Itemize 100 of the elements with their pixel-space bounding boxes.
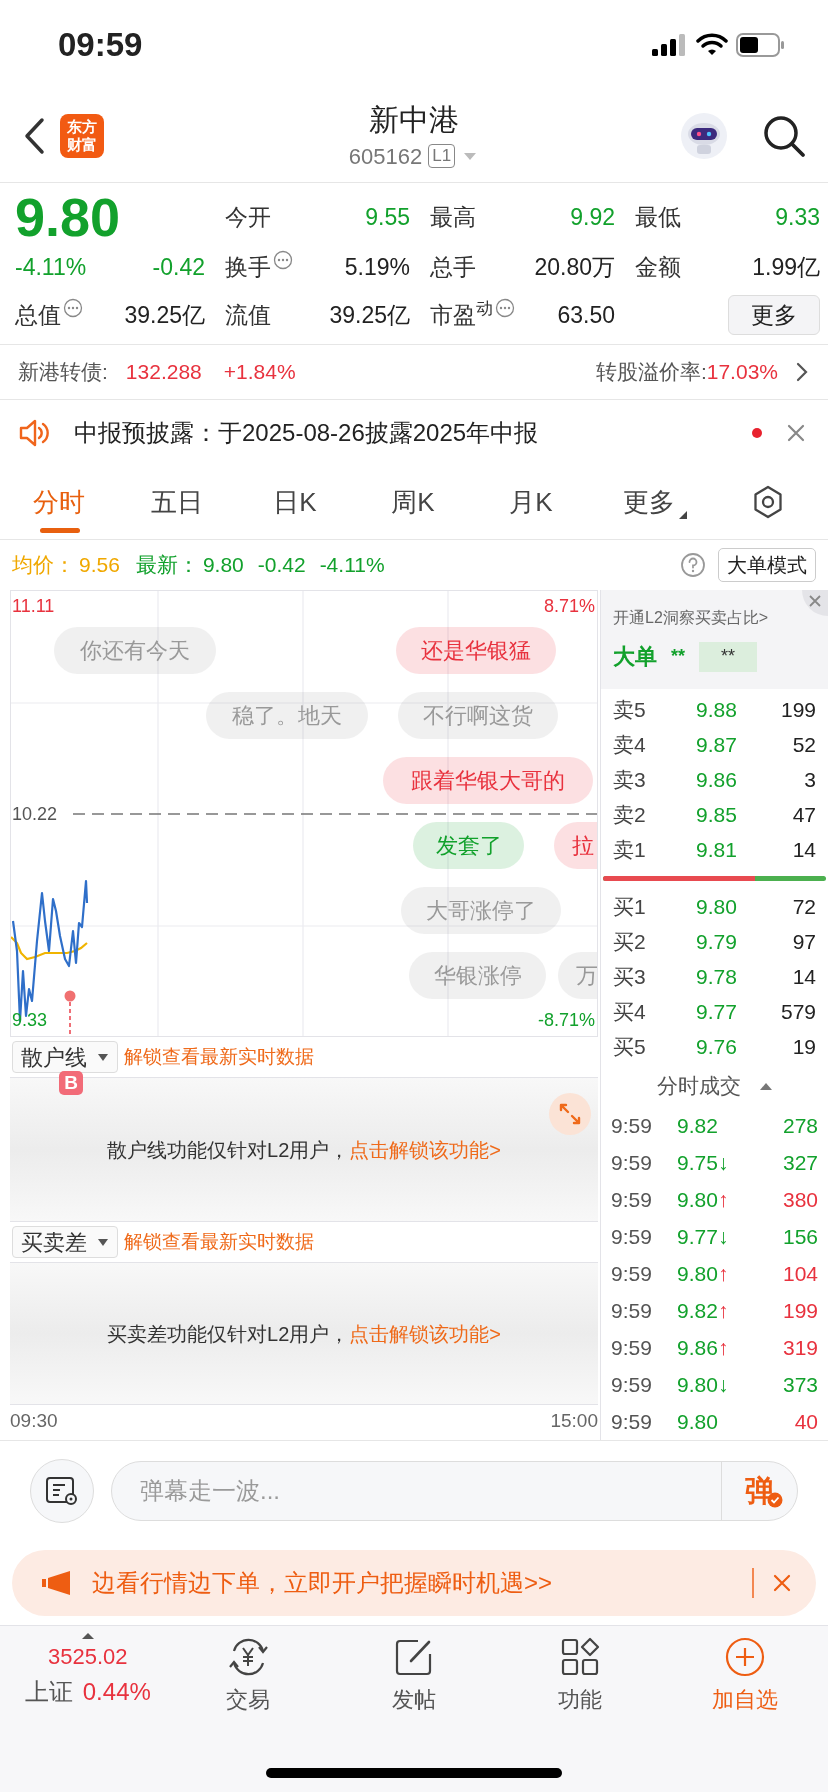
index-value: 3525.02 [48, 1643, 128, 1671]
trade-price: 9.80 [677, 1372, 718, 1396]
stat-value: 9.33 [775, 202, 820, 232]
level-price: 9.76 [695, 1033, 738, 1060]
chart-tab[interactable]: 周K [391, 480, 435, 524]
stat-label: 今开 [225, 202, 271, 232]
trade-price: 9.75 [677, 1150, 718, 1174]
level-price: 9.81 [695, 836, 738, 863]
indicator-dropdown[interactable]: 散户线 [12, 1041, 118, 1073]
stat-value: 39.25亿 [124, 300, 205, 330]
level-label: 卖2 [613, 801, 647, 828]
stat-value: 39.25亿 [329, 300, 410, 330]
trade-time: 9:59 [611, 1186, 653, 1213]
buy-marker: B [59, 1071, 83, 1095]
info-icon[interactable] [495, 297, 515, 318]
big-order-value: ** [671, 645, 685, 668]
level-price: 9.86 [695, 766, 738, 793]
comment-bubble: 跟着华银大哥的 [383, 757, 593, 804]
stat-label: 总手 [430, 252, 476, 282]
close-icon[interactable] [802, 590, 828, 616]
premium-value: 17.03% [706, 359, 778, 386]
l2-promo-link[interactable]: 开通L2洞察买卖占比> [613, 606, 816, 630]
trade-volume: 40 [793, 1408, 818, 1435]
bond-change: +1.84% [223, 359, 296, 386]
stat-value: 9.92 [570, 202, 615, 232]
lock-message: 买卖差功能仅针对L2用户，点击解锁该功能> [107, 1321, 501, 1347]
level-price: 9.79 [695, 928, 738, 955]
mode-button[interactable]: 大单模式 [718, 548, 816, 582]
comment-bubble: 不行啊这货 [398, 692, 558, 739]
wifi-icon [696, 33, 728, 57]
market-index-button[interactable]: 3525.02 上证 0.44% [0, 1626, 166, 1726]
comment-bubble: 发套了 [413, 822, 524, 869]
stat-label: 换手 [225, 252, 271, 282]
nav-button[interactable]: 发帖 [331, 1626, 497, 1726]
axis-label: -8.71% [537, 1009, 595, 1032]
trade-time: 9:59 [611, 1334, 653, 1361]
level-label: 买1 [613, 893, 647, 920]
trade-volume: 373 [781, 1371, 818, 1398]
stat-label: 金额 [635, 252, 681, 282]
level-volume: 579 [779, 998, 816, 1025]
tab-underline [40, 528, 80, 533]
level-price: 9.80 [695, 893, 738, 920]
chart-tab[interactable]: 日K [273, 480, 317, 524]
level-label: 卖5 [613, 696, 647, 723]
help-icon[interactable] [680, 552, 706, 578]
bond-label: 新港转债: [18, 359, 108, 386]
close-icon[interactable] [786, 422, 806, 443]
add-circle-icon [725, 1636, 766, 1677]
level-label: 买2 [613, 928, 647, 955]
axis-label: 11.11 [12, 595, 55, 618]
trade-time: 9:59 [611, 1112, 653, 1139]
settings-icon[interactable] [751, 485, 785, 519]
time-label: 09:30 [10, 1408, 58, 1433]
stat-label: 市盈$^{动}$ [430, 297, 493, 330]
level-label: 卖1 [613, 836, 647, 863]
trade-volume: 278 [781, 1112, 818, 1139]
trade-price: 9.82 [677, 1298, 718, 1322]
level-label: 卖3 [613, 766, 647, 793]
search-icon[interactable] [762, 114, 806, 158]
trade-marker-line [64, 990, 76, 1036]
chart-tab[interactable]: 月K [509, 480, 553, 524]
trade-time: 9:59 [611, 1260, 653, 1287]
axis-label: 9.33 [12, 1009, 48, 1032]
expand-icon[interactable] [548, 1092, 592, 1136]
speaker-icon [18, 417, 50, 448]
level-volume: 19 [791, 1033, 816, 1060]
nav-button[interactable]: 功能 [496, 1626, 663, 1726]
info-icon[interactable] [63, 297, 83, 318]
chevron-right-icon[interactable] [794, 360, 810, 384]
level-price: 9.87 [695, 731, 738, 758]
caret-icon [677, 510, 689, 520]
trades-title: 分时成交 [656, 1072, 741, 1099]
info-icon[interactable] [273, 249, 293, 270]
comment-bubble: 你还有今天 [54, 627, 216, 674]
time-label: 15:00 [550, 1408, 598, 1433]
index-change: 0.44% [82, 1677, 151, 1707]
trade-volume: 327 [781, 1149, 818, 1176]
chart-tab[interactable]: 五日 [151, 480, 203, 524]
signal-icon [652, 34, 688, 56]
comment-bubble: 万 [558, 952, 597, 999]
lock-message: 散户线功能仅针对L2用户，点击解锁该功能> [107, 1137, 501, 1163]
latest-change-percent: -4.11% [319, 552, 385, 579]
close-icon[interactable] [772, 1572, 792, 1593]
chart-tab[interactable]: 更多 [623, 480, 675, 524]
notice-text[interactable]: 中报预披露：于2025-08-26披露2025年中报 [74, 414, 539, 451]
nav-button[interactable]: 交易 [165, 1626, 332, 1726]
level-badge: L1 [428, 144, 456, 168]
robot-avatar-icon[interactable] [680, 112, 728, 160]
level-label: 卖4 [613, 731, 647, 758]
level-volume: 97 [791, 928, 816, 955]
more-button[interactable]: 更多 [728, 295, 820, 335]
indicator-dropdown[interactable]: 买卖差 [12, 1226, 118, 1258]
stock-name: 新中港 [369, 101, 459, 138]
level-volume: 3 [803, 766, 816, 793]
trade-price: 9.80 [677, 1408, 719, 1435]
status-time: 09:59 [58, 25, 143, 66]
stat-value: 63.50 [557, 300, 615, 330]
stat-value: 5.19% [344, 252, 410, 282]
stat-value: 9.55 [365, 202, 410, 232]
trade-volume: 380 [781, 1186, 818, 1213]
